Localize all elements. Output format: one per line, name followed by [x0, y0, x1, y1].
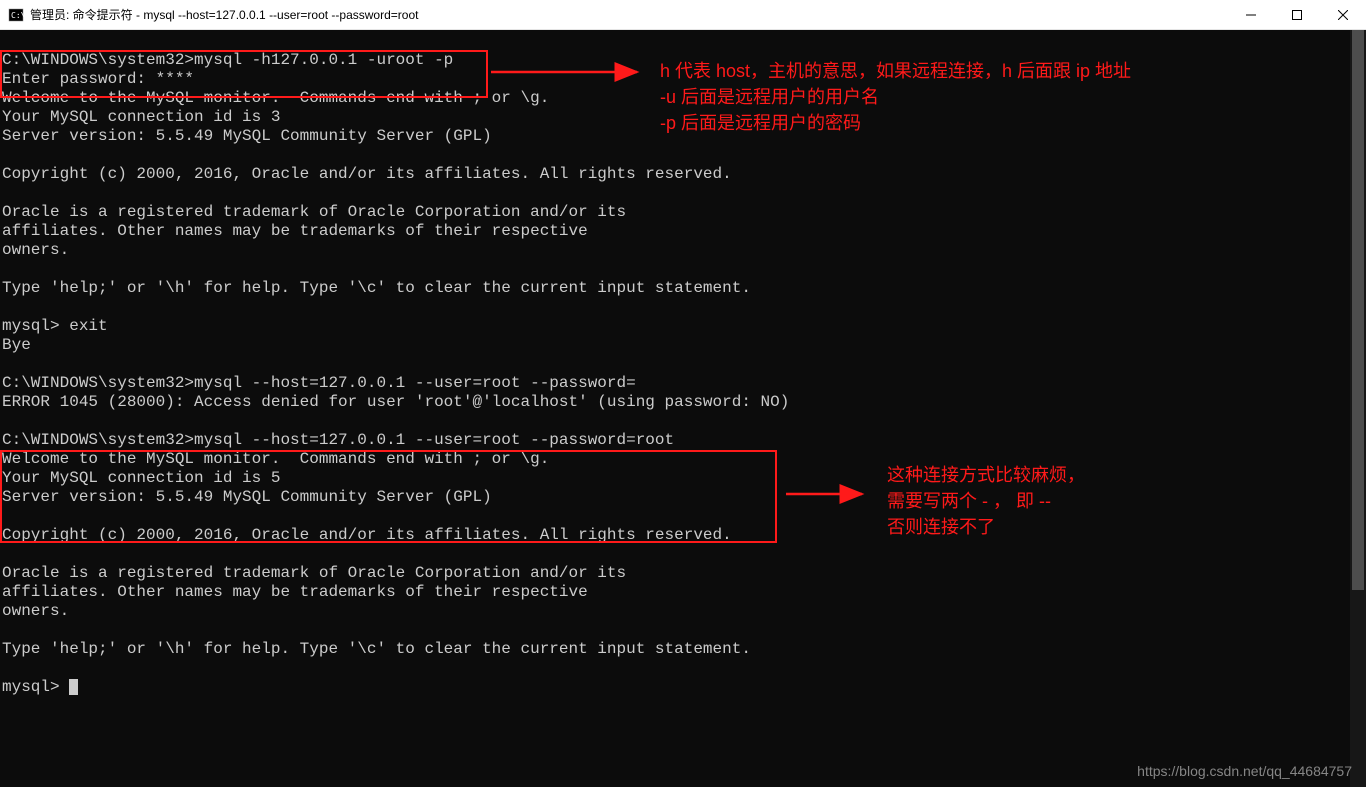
- annotation-2: 这种连接方式比较麻烦， 需要写两个 - ， 即 -- 否则连接不了: [887, 462, 1085, 540]
- terminal-line: owners.: [2, 241, 1346, 260]
- window-controls: [1228, 0, 1366, 29]
- terminal-line: Bye: [2, 336, 1346, 355]
- terminal-line: Oracle is a registered trademark of Orac…: [2, 203, 1346, 222]
- terminal-line: [2, 659, 1346, 678]
- minimize-button[interactable]: [1228, 0, 1274, 30]
- terminal-line: [2, 545, 1346, 564]
- annotation-2-line3: 否则连接不了: [887, 514, 1085, 540]
- terminal-line: [2, 184, 1346, 203]
- terminal-line: mysql>: [2, 678, 1346, 697]
- annotation-1-line2: -u 后面是远程用户的用户名: [660, 84, 1131, 110]
- annotation-1-line3: -p 后面是远程用户的密码: [660, 110, 1131, 136]
- svg-text:C:\: C:\: [11, 11, 24, 20]
- terminal-line: [2, 507, 1346, 526]
- terminal-line: mysql> exit: [2, 317, 1346, 336]
- terminal-line: Copyright (c) 2000, 2016, Oracle and/or …: [2, 526, 1346, 545]
- maximize-button[interactable]: [1274, 0, 1320, 30]
- terminal-line: [2, 32, 1346, 51]
- terminal-line: Welcome to the MySQL monitor. Commands e…: [2, 450, 1346, 469]
- terminal-line: affiliates. Other names may be trademark…: [2, 583, 1346, 602]
- terminal-line: [2, 298, 1346, 317]
- terminal-line: Oracle is a registered trademark of Orac…: [2, 564, 1346, 583]
- terminal-line: ERROR 1045 (28000): Access denied for us…: [2, 393, 1346, 412]
- terminal-line: owners.: [2, 602, 1346, 621]
- watermark: https://blog.csdn.net/qq_44684757: [1137, 762, 1352, 781]
- annotation-1: h 代表 host，主机的意思，如果远程连接，h 后面跟 ip 地址 -u 后面…: [660, 58, 1131, 136]
- terminal-line: [2, 412, 1346, 431]
- cmd-icon: C:\: [8, 7, 24, 23]
- terminal-line: Type 'help;' or '\h' for help. Type '\c'…: [2, 640, 1346, 659]
- terminal-line: affiliates. Other names may be trademark…: [2, 222, 1346, 241]
- terminal-line: Server version: 5.5.49 MySQL Community S…: [2, 488, 1346, 507]
- terminal-line: C:\WINDOWS\system32>mysql --host=127.0.0…: [2, 431, 1346, 450]
- scrollbar[interactable]: [1350, 30, 1366, 787]
- cursor: [69, 679, 78, 695]
- terminal-line: Your MySQL connection id is 5: [2, 469, 1346, 488]
- annotation-2-line2: 需要写两个 - ， 即 --: [887, 488, 1085, 514]
- titlebar: C:\ 管理员: 命令提示符 - mysql --host=127.0.0.1 …: [0, 0, 1366, 30]
- scrollbar-thumb[interactable]: [1352, 30, 1364, 590]
- terminal-line: Copyright (c) 2000, 2016, Oracle and/or …: [2, 165, 1346, 184]
- terminal-line: C:\WINDOWS\system32>mysql --host=127.0.0…: [2, 374, 1346, 393]
- terminal-line: [2, 260, 1346, 279]
- terminal-line: [2, 146, 1346, 165]
- terminal-line: Type 'help;' or '\h' for help. Type '\c'…: [2, 279, 1346, 298]
- terminal-line: [2, 355, 1346, 374]
- terminal-line: [2, 621, 1346, 640]
- annotation-1-line1: h 代表 host，主机的意思，如果远程连接，h 后面跟 ip 地址: [660, 58, 1131, 84]
- annotation-2-line1: 这种连接方式比较麻烦，: [887, 462, 1085, 488]
- window-title: 管理员: 命令提示符 - mysql --host=127.0.0.1 --us…: [30, 6, 1228, 23]
- close-button[interactable]: [1320, 0, 1366, 30]
- terminal[interactable]: C:\WINDOWS\system32>mysql -h127.0.0.1 -u…: [0, 30, 1366, 787]
